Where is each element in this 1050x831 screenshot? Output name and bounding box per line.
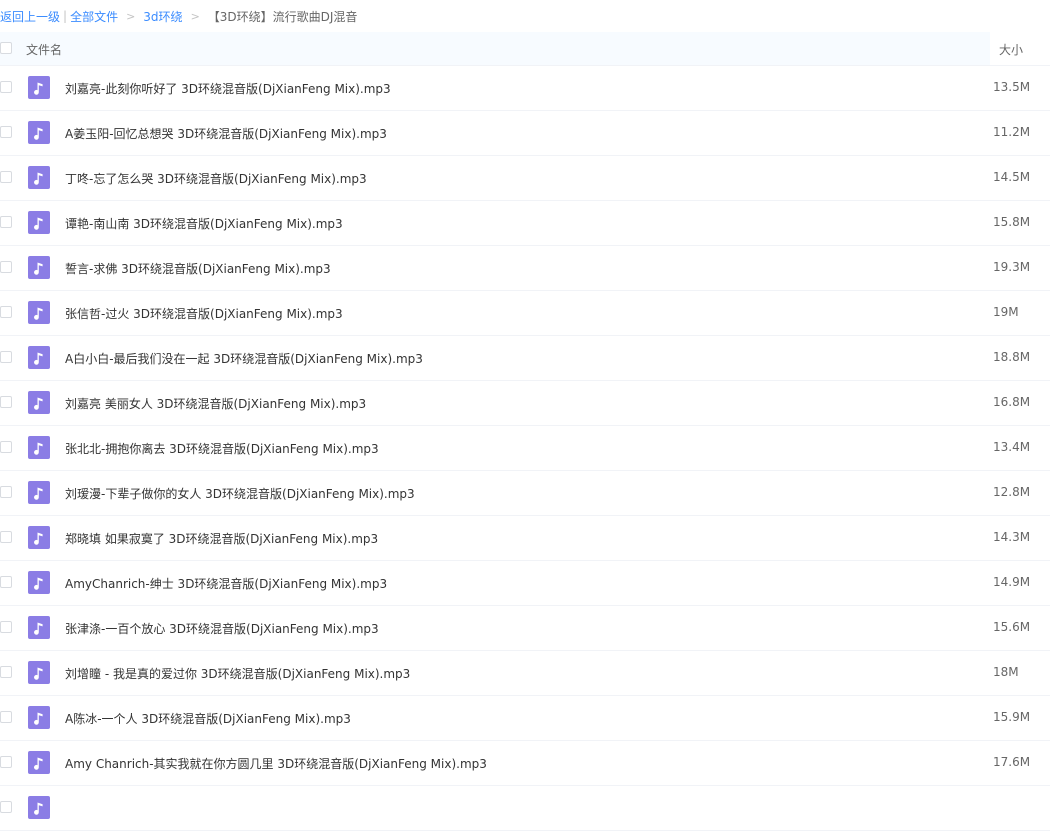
file-size: 15.8M [993, 215, 1031, 229]
row-checkbox[interactable] [0, 171, 12, 183]
all-files-link[interactable]: 全部文件 [70, 8, 118, 25]
music-note-icon [28, 481, 50, 504]
file-name[interactable]: 郑晓填 如果寂寞了 3D环绕混音版(DjXianFeng Mix).mp3 [65, 530, 378, 547]
file-row[interactable]: A陈冰-一个人 3D环绕混音版(DjXianFeng Mix).mp3 15.9M [0, 696, 1050, 741]
file-size: 14.9M [993, 575, 1031, 589]
row-checkbox[interactable] [0, 126, 12, 138]
row-checkbox[interactable] [0, 396, 12, 408]
file-size: 15.6M [993, 620, 1031, 634]
file-row[interactable] [0, 786, 1050, 831]
music-note-icon [28, 526, 50, 549]
file-size: 11.2M [993, 125, 1031, 139]
music-note-icon [28, 436, 50, 459]
music-note-icon [28, 76, 50, 99]
music-note-icon [28, 661, 50, 684]
file-name[interactable]: A陈冰-一个人 3D环绕混音版(DjXianFeng Mix).mp3 [65, 710, 351, 727]
row-checkbox[interactable] [0, 441, 12, 453]
file-row[interactable]: 刘增瞳 - 我是真的爱过你 3D环绕混音版(DjXianFeng Mix).mp… [0, 651, 1050, 696]
file-size: 19.3M [993, 260, 1031, 274]
file-row[interactable]: AmyChanrich-绅士 3D环绕混音版(DjXianFeng Mix).m… [0, 561, 1050, 606]
current-folder: 【3D环绕】流行歌曲DJ混音 [207, 9, 358, 24]
file-size: 19M [993, 305, 1019, 319]
select-all-checkbox[interactable] [0, 42, 12, 54]
row-checkbox[interactable] [0, 306, 12, 318]
row-checkbox[interactable] [0, 576, 12, 588]
row-checkbox[interactable] [0, 801, 12, 813]
file-name[interactable]: AmyChanrich-绅士 3D环绕混音版(DjXianFeng Mix).m… [65, 575, 387, 592]
file-row[interactable]: Amy Chanrich-其实我就在你方圆几里 3D环绕混音版(DjXianFe… [0, 741, 1050, 786]
file-row[interactable]: 刘嘉亮 美丽女人 3D环绕混音版(DjXianFeng Mix).mp3 16.8… [0, 381, 1050, 426]
file-size: 13.4M [993, 440, 1031, 454]
music-note-icon [28, 346, 50, 369]
file-list: 刘嘉亮-此刻你听好了 3D环绕混音版(DjXianFeng Mix).mp3 13… [0, 66, 1050, 831]
back-link[interactable]: 返回上一级 [0, 8, 60, 25]
file-size: 17.6M [993, 755, 1031, 769]
music-note-icon [28, 121, 50, 144]
row-checkbox[interactable] [0, 666, 12, 678]
column-header-name[interactable]: 文件名 [26, 41, 62, 58]
row-checkbox[interactable] [0, 621, 12, 633]
file-name[interactable]: 张北北-拥抱你离去 3D环绕混音版(DjXianFeng Mix).mp3 [65, 440, 379, 457]
file-size: 18.8M [993, 350, 1031, 364]
file-name[interactable]: 刘嘉亮 美丽女人 3D环绕混音版(DjXianFeng Mix).mp3 [65, 395, 366, 412]
file-name[interactable]: 谭艳-南山南 3D环绕混音版(DjXianFeng Mix).mp3 [65, 215, 343, 232]
file-size: 15.9M [993, 710, 1031, 724]
file-name[interactable]: A姜玉阳-回忆总想哭 3D环绕混音版(DjXianFeng Mix).mp3 [65, 125, 387, 142]
music-note-icon [28, 256, 50, 279]
file-row[interactable]: 张津涤-一百个放心 3D环绕混音版(DjXianFeng Mix).mp3 15.… [0, 606, 1050, 651]
file-row[interactable]: 张北北-拥抱你离去 3D环绕混音版(DjXianFeng Mix).mp3 13.… [0, 426, 1050, 471]
file-row[interactable]: 誓言-求佛 3D环绕混音版(DjXianFeng Mix).mp3 19.3M [0, 246, 1050, 291]
file-size: 14.5M [993, 170, 1031, 184]
file-list-header: 文件名 大小 [0, 32, 1050, 66]
row-checkbox[interactable] [0, 81, 12, 93]
breadcrumb: 返回上一级 | 全部文件 > 3d环绕 > 【3D环绕】流行歌曲DJ混音 [0, 0, 1050, 32]
file-name[interactable]: 张津涤-一百个放心 3D环绕混音版(DjXianFeng Mix).mp3 [65, 620, 379, 637]
row-checkbox[interactable] [0, 711, 12, 723]
file-row[interactable]: 张信哲-过火 3D环绕混音版(DjXianFeng Mix).mp3 19M [0, 291, 1050, 336]
chevron-right-icon: > [126, 9, 136, 23]
music-note-icon [28, 751, 50, 774]
file-row[interactable]: A姜玉阳-回忆总想哭 3D环绕混音版(DjXianFeng Mix).mp3 11… [0, 111, 1050, 156]
music-note-icon [28, 211, 50, 234]
file-name[interactable]: 张信哲-过火 3D环绕混音版(DjXianFeng Mix).mp3 [65, 305, 343, 322]
file-name[interactable]: 刘增瞳 - 我是真的爱过你 3D环绕混音版(DjXianFeng Mix).mp… [65, 665, 410, 682]
music-note-icon [28, 706, 50, 729]
file-size: 12.8M [993, 485, 1031, 499]
music-note-icon [28, 391, 50, 414]
music-note-icon [28, 616, 50, 639]
file-size: 18M [993, 665, 1019, 679]
chevron-right-icon: > [190, 9, 200, 23]
row-checkbox[interactable] [0, 216, 12, 228]
music-note-icon [28, 166, 50, 189]
file-name[interactable]: 丁咚-忘了怎么哭 3D环绕混音版(DjXianFeng Mix).mp3 [65, 170, 367, 187]
column-header-size[interactable]: 大小 [999, 41, 1023, 58]
row-checkbox[interactable] [0, 486, 12, 498]
header-background [0, 32, 990, 65]
file-name[interactable]: 刘嘉亮-此刻你听好了 3D环绕混音版(DjXianFeng Mix).mp3 [65, 80, 391, 97]
file-name[interactable]: A白小白-最后我们没在一起 3D环绕混音版(DjXianFeng Mix).mp… [65, 350, 423, 367]
file-row[interactable]: A白小白-最后我们没在一起 3D环绕混音版(DjXianFeng Mix).mp… [0, 336, 1050, 381]
music-note-icon [28, 796, 50, 819]
file-row[interactable]: 谭艳-南山南 3D环绕混音版(DjXianFeng Mix).mp3 15.8M [0, 201, 1050, 246]
music-note-icon [28, 571, 50, 594]
file-row[interactable]: 丁咚-忘了怎么哭 3D环绕混音版(DjXianFeng Mix).mp3 14.5… [0, 156, 1050, 201]
music-note-icon [28, 301, 50, 324]
file-row[interactable]: 刘瑷漫-下辈子做你的女人 3D环绕混音版(DjXianFeng Mix).mp3… [0, 471, 1050, 516]
file-name[interactable]: 刘瑷漫-下辈子做你的女人 3D环绕混音版(DjXianFeng Mix).mp3 [65, 485, 415, 502]
file-name[interactable]: Amy Chanrich-其实我就在你方圆几里 3D环绕混音版(DjXianFe… [65, 755, 487, 772]
row-checkbox[interactable] [0, 756, 12, 768]
breadcrumb-divider: | [63, 9, 68, 23]
row-checkbox[interactable] [0, 261, 12, 273]
file-size: 14.3M [993, 530, 1031, 544]
file-row[interactable]: 郑晓填 如果寂寞了 3D环绕混音版(DjXianFeng Mix).mp3 14.… [0, 516, 1050, 561]
file-row[interactable]: 刘嘉亮-此刻你听好了 3D环绕混音版(DjXianFeng Mix).mp3 13… [0, 66, 1050, 111]
file-name[interactable]: 誓言-求佛 3D环绕混音版(DjXianFeng Mix).mp3 [65, 260, 331, 277]
row-checkbox[interactable] [0, 531, 12, 543]
folder-link[interactable]: 3d环绕 [143, 8, 182, 25]
row-checkbox[interactable] [0, 351, 12, 363]
file-size: 16.8M [993, 395, 1031, 409]
file-size: 13.5M [993, 80, 1031, 94]
